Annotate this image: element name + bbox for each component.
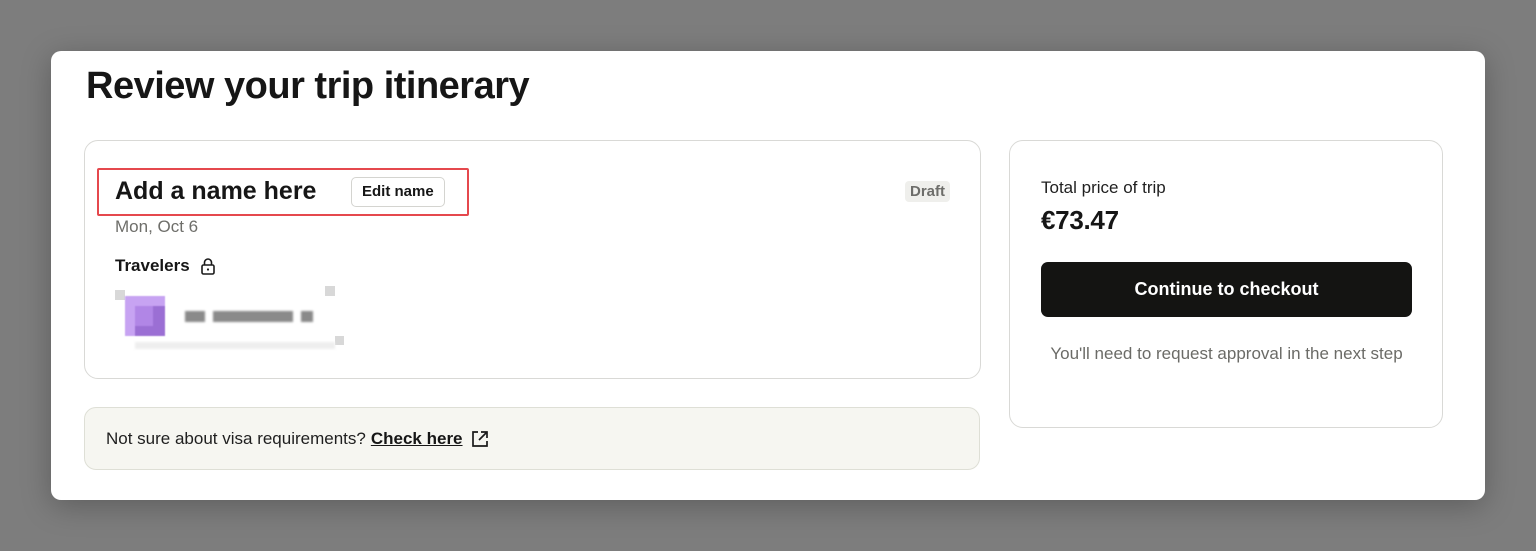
travelers-label: Travelers (115, 256, 190, 275)
page-title: Review your trip itinerary (86, 65, 530, 107)
redacted-text (213, 311, 293, 322)
avatar-pixel (325, 286, 335, 296)
avatar-pixel (115, 290, 125, 300)
traveler-name-redacted (185, 311, 313, 322)
approval-note: You'll need to request approval in the n… (1050, 344, 1403, 363)
avatar-pixel (335, 336, 344, 345)
travelers-header: Travelers (115, 256, 216, 276)
redacted-subtext (135, 342, 335, 349)
trip-name: Add a name here (115, 177, 317, 205)
external-link-icon[interactable] (470, 429, 490, 449)
visa-banner-text: Not sure about visa requirements? (106, 428, 366, 448)
check-here-link[interactable]: Check here (371, 429, 463, 449)
traveler-item (115, 286, 365, 356)
lock-icon (200, 257, 216, 275)
trip-date: Mon, Oct 6 (115, 217, 199, 236)
total-price-label: Total price of trip (1041, 178, 1166, 197)
visa-banner: Not sure about visa requirements? Check … (84, 407, 980, 470)
edit-name-button[interactable]: Edit name (351, 177, 445, 207)
trip-review-modal: Review your trip itinerary Add a name he… (51, 51, 1485, 500)
avatar (125, 296, 165, 336)
continue-to-checkout-button[interactable]: Continue to checkout (1041, 262, 1412, 317)
redacted-text (185, 311, 205, 322)
trip-card: Add a name here Edit name Draft Mon, Oct… (84, 140, 981, 379)
status-badge: Draft (904, 181, 950, 202)
redacted-text (301, 311, 313, 322)
total-price-value: €73.47 (1041, 205, 1119, 235)
price-summary-card: Total price of trip €73.47 Continue to c… (1009, 140, 1443, 428)
